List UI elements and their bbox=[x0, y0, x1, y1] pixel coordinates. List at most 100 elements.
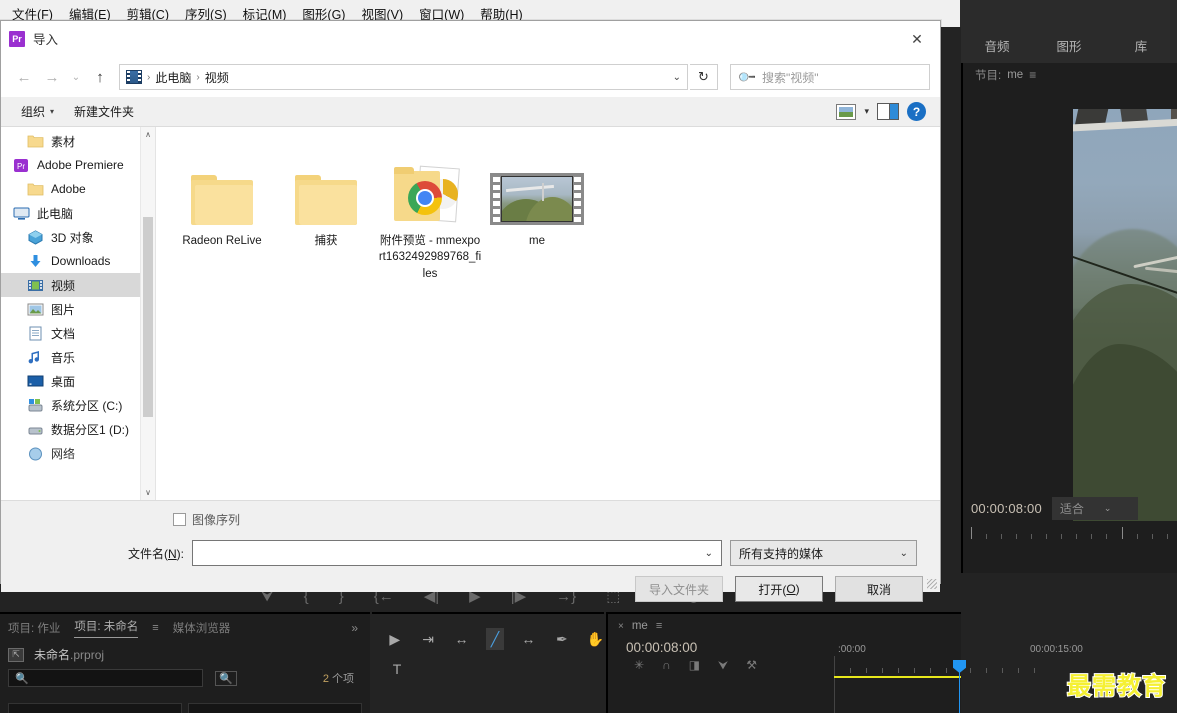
recent-locations-button[interactable]: ⌄ bbox=[67, 64, 85, 90]
system-drive-icon bbox=[27, 398, 44, 413]
timeline-header: × me ≡ bbox=[608, 614, 961, 638]
watermark: 最需教育 bbox=[1066, 670, 1167, 701]
import-folder-button[interactable]: 导入文件夹 bbox=[635, 576, 723, 602]
sidebar-item-desktop[interactable]: 桌面 bbox=[1, 369, 155, 393]
sidebar-item-documents[interactable]: 文档 bbox=[1, 321, 155, 345]
project-search-row: 🔍 🔍 2 个项 bbox=[0, 667, 370, 689]
timeline-settings-icon[interactable]: ⚒ bbox=[746, 658, 757, 673]
breadcrumb-separator: › bbox=[147, 71, 151, 83]
help-icon[interactable]: ? bbox=[907, 102, 926, 121]
scrollbar-thumb[interactable] bbox=[143, 217, 153, 417]
pen-tool[interactable]: ✒ bbox=[553, 628, 570, 650]
breadcrumb-this-pc[interactable]: 此电脑 bbox=[155, 69, 191, 86]
file-item[interactable]: 附件预览 - mmexport1632492989768_files bbox=[378, 145, 482, 282]
preview-pane-icon[interactable] bbox=[877, 103, 899, 120]
drive-icon bbox=[27, 422, 44, 437]
image-sequence-checkbox[interactable] bbox=[173, 513, 186, 526]
sidebar-item-pictures[interactable]: 图片 bbox=[1, 297, 155, 321]
sidebar-item-3d-objects[interactable]: 3D 对象 bbox=[1, 225, 155, 249]
desktop-icon bbox=[27, 374, 44, 389]
refresh-button[interactable]: ↻ bbox=[690, 64, 718, 90]
video-file-icon bbox=[490, 173, 584, 225]
tab-library[interactable]: 库 bbox=[1105, 36, 1177, 55]
slip-tool[interactable]: ↔ bbox=[520, 628, 537, 650]
cancel-button[interactable]: 取消 bbox=[835, 576, 923, 602]
filetype-select[interactable]: 所有支持的媒体 ⌄ bbox=[730, 540, 918, 566]
computer-icon bbox=[13, 206, 30, 221]
scroll-up-icon[interactable]: ∧ bbox=[141, 127, 155, 142]
address-bar[interactable]: › 此电脑 › 视频 ⌄ bbox=[119, 64, 688, 90]
dialog-navigation-bar: ← → ⌄ ↑ › 此电脑 › 视频 ⌄ ↻ 🔍 搜索"视频" bbox=[1, 57, 940, 97]
marker-display-icon[interactable]: ◨ bbox=[689, 658, 700, 673]
program-timecode[interactable]: 00:00:08:00 bbox=[971, 501, 1042, 516]
timeline-ruler[interactable]: :00:00 00:00:15:00 bbox=[834, 638, 1083, 713]
search-icon: 🔍 bbox=[15, 672, 29, 685]
item-count: 2 个项 bbox=[322, 673, 354, 685]
project-search-input[interactable]: 🔍 bbox=[8, 669, 203, 687]
snap-icon[interactable]: ✳ bbox=[634, 658, 644, 673]
new-folder-button[interactable]: 新建文件夹 bbox=[64, 99, 144, 124]
sidebar-item-videos[interactable]: 视频 bbox=[1, 273, 155, 297]
scroll-down-icon[interactable]: ∨ bbox=[141, 485, 155, 500]
resize-grip[interactable] bbox=[927, 579, 937, 589]
timeline-panel: × me ≡ 00:00:08:00 ✳ ∩ ◨ ⮟ ⚒ :00:00 00:0… bbox=[606, 612, 1083, 713]
sidebar-item-music[interactable]: 音乐 bbox=[1, 345, 155, 369]
sidebar-item-data-drive[interactable]: 数据分区1 (D:) bbox=[1, 417, 155, 441]
file-item[interactable]: me bbox=[482, 145, 592, 282]
selection-tool[interactable]: ▶ bbox=[386, 628, 403, 650]
hand-tool[interactable]: ✋ bbox=[587, 628, 604, 650]
navigation-pane-scrollbar[interactable]: ∧ ∨ bbox=[140, 127, 155, 500]
file-item[interactable]: 捕获 bbox=[274, 145, 378, 282]
chevron-down-icon: ▾ bbox=[50, 107, 55, 116]
view-options-caret-icon[interactable]: ▾ bbox=[864, 106, 869, 117]
downloads-icon bbox=[27, 254, 44, 269]
filter-icon[interactable]: 🔍 bbox=[215, 670, 237, 686]
parent-folder-icon[interactable]: ⇱ bbox=[8, 647, 24, 662]
razor-tool[interactable]: ╱ bbox=[486, 628, 504, 650]
chevron-down-icon[interactable]: ⌄ bbox=[705, 548, 713, 559]
folder-icon bbox=[191, 175, 253, 225]
back-button[interactable]: ← bbox=[11, 64, 37, 90]
overflow-chevron-icon[interactable]: » bbox=[351, 621, 358, 635]
sidebar-item-downloads[interactable]: Downloads bbox=[1, 249, 155, 273]
organize-button[interactable]: 组织 ▾ bbox=[11, 99, 64, 124]
ripple-edit-tool[interactable]: ↔ bbox=[453, 628, 470, 650]
sidebar-item-system-drive[interactable]: 系统分区 (C:) bbox=[1, 393, 155, 417]
tab-project-untitled[interactable]: 项目: 未命名 bbox=[74, 618, 139, 638]
up-button[interactable]: ↑ bbox=[87, 64, 113, 90]
hamburger-icon[interactable]: ≡ bbox=[656, 620, 662, 632]
sidebar-item-adobe-premiere[interactable]: Pr Adobe Premiere bbox=[1, 153, 155, 177]
program-monitor-ruler[interactable] bbox=[971, 527, 1171, 539]
work-area-bar[interactable] bbox=[834, 676, 961, 678]
timeline-sequence-name[interactable]: me bbox=[632, 620, 648, 632]
close-icon[interactable]: × bbox=[618, 621, 624, 632]
tab-graphics[interactable]: 图形 bbox=[1033, 36, 1105, 55]
type-tool[interactable]: T bbox=[386, 658, 408, 680]
hamburger-icon[interactable]: ≡ bbox=[152, 622, 158, 634]
filename-input[interactable]: ⌄ bbox=[192, 540, 723, 566]
sidebar-item-this-pc[interactable]: 此电脑 bbox=[1, 201, 155, 225]
sidebar-item-network[interactable]: 网络 bbox=[1, 441, 155, 465]
tab-audio[interactable]: 音频 bbox=[961, 36, 1033, 55]
zoom-level-select[interactable]: 适合 ⌄ bbox=[1051, 496, 1138, 520]
open-button[interactable]: 打开(O) bbox=[735, 576, 823, 602]
search-box[interactable]: 🔍 搜索"视频" bbox=[730, 64, 930, 90]
breadcrumb-videos[interactable]: 视频 bbox=[205, 69, 229, 86]
address-dropdown-icon[interactable]: ⌄ bbox=[673, 72, 681, 83]
tab-media-browser[interactable]: 媒体浏览器 bbox=[173, 620, 231, 636]
track-select-forward-tool[interactable]: ⇥ bbox=[419, 628, 436, 650]
sidebar-item-assets[interactable]: 素材 bbox=[1, 129, 155, 153]
close-icon[interactable]: ✕ bbox=[894, 21, 940, 57]
file-list-pane[interactable]: Radeon ReLive 捕获 附件预览 - mmexport16324929… bbox=[156, 127, 940, 500]
hamburger-icon[interactable]: ≡ bbox=[1029, 68, 1036, 82]
add-marker-icon[interactable]: ⮟ bbox=[718, 658, 728, 673]
view-options-icon[interactable] bbox=[836, 103, 857, 120]
linked-selection-icon[interactable]: ∩ bbox=[662, 658, 671, 673]
file-item[interactable]: Radeon ReLive bbox=[170, 145, 274, 282]
premiere-app-icon: Pr bbox=[9, 30, 25, 47]
tab-project-homework[interactable]: 项目: 作业 bbox=[8, 620, 60, 636]
sidebar-item-adobe[interactable]: Adobe bbox=[1, 177, 155, 201]
project-item-list[interactable] bbox=[8, 703, 362, 713]
premiere-icon: Pr bbox=[13, 158, 30, 173]
forward-button[interactable]: → bbox=[39, 64, 65, 90]
